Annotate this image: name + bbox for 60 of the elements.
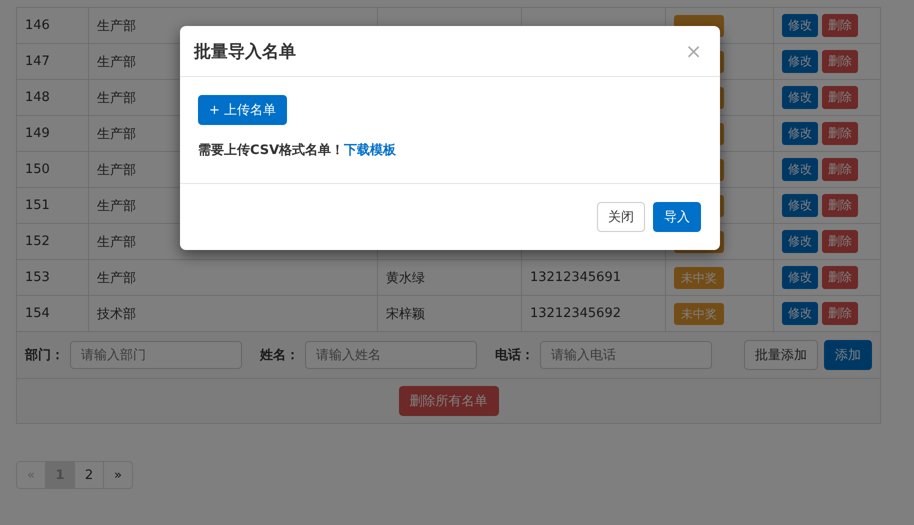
status-badge: 未中奖	[674, 266, 724, 288]
edit-button[interactable]: 修改	[782, 86, 818, 109]
delete-button[interactable]: 删除	[822, 302, 858, 325]
edit-button[interactable]: 修改	[782, 50, 818, 73]
download-template-link[interactable]: 下载模板	[344, 143, 396, 158]
edit-button[interactable]: 修改	[782, 14, 818, 37]
close-dialog-button[interactable]: 关闭	[597, 202, 645, 232]
table-cell: 154	[25, 306, 50, 321]
input-field[interactable]: 请输入姓名	[305, 341, 477, 369]
edit-button[interactable]: 修改	[782, 302, 818, 325]
table-cell: 152	[25, 234, 50, 249]
status-badge: 未中奖	[674, 302, 724, 324]
delete-all-button[interactable]: 删除所有名单	[398, 386, 498, 416]
delete-button[interactable]: 删除	[822, 194, 858, 217]
upload-button[interactable]: + 上传名单	[198, 95, 288, 125]
field-label: 部门：	[25, 346, 64, 364]
edit-button[interactable]: 修改	[782, 194, 818, 217]
table-cell: 148	[25, 90, 50, 105]
add-button[interactable]: 添加	[824, 340, 872, 370]
table-cell-text: 宋梓颖	[386, 306, 425, 322]
page-button[interactable]: »	[103, 461, 133, 489]
dialog-title: 批量导入名单	[194, 40, 296, 62]
table-cell: 153	[25, 270, 50, 285]
edit-button[interactable]: 修改	[782, 266, 818, 289]
delete-button[interactable]: 删除	[822, 230, 858, 253]
delete-button[interactable]: 删除	[822, 86, 858, 109]
batch-add-button[interactable]: 批量添加	[744, 340, 818, 370]
close-button[interactable]: ×	[681, 39, 706, 63]
table-cell: 146	[25, 18, 50, 33]
field-label: 电话：	[495, 347, 534, 364]
input-field[interactable]: 请输入电话	[540, 341, 712, 369]
table-cell-text: 生产部	[97, 54, 136, 70]
table-cell: 151	[25, 198, 50, 213]
edit-button[interactable]: 修改	[782, 122, 818, 145]
edit-button[interactable]: 修改	[782, 230, 818, 253]
table-cell: 147	[25, 54, 50, 69]
table-cell: 149	[25, 126, 50, 141]
table-cell: 13212345692	[530, 306, 621, 321]
hint-text: 需要上传CSV格式名单！下载模板	[198, 142, 396, 159]
delete-button[interactable]: 删除	[822, 50, 858, 73]
table-cell-text: 生产部	[97, 234, 136, 250]
table-cell-text: 生产部	[97, 162, 136, 178]
table-cell-text: 黄水绿	[386, 270, 425, 286]
delete-button[interactable]: 删除	[822, 14, 858, 37]
field-label: 姓名：	[260, 347, 299, 364]
page-button[interactable]: 2	[74, 461, 104, 489]
input-field[interactable]: 请输入部门	[70, 341, 242, 369]
table-cell: 150	[25, 162, 50, 177]
edit-button[interactable]: 修改	[782, 158, 818, 181]
import-button[interactable]: 导入	[653, 202, 701, 232]
table-cell-text: 生产部	[97, 90, 136, 106]
delete-button[interactable]: 删除	[822, 266, 858, 289]
table-cell-text: 生产部	[97, 270, 136, 286]
delete-button[interactable]: 删除	[822, 122, 858, 145]
table-cell-text: 生产部	[97, 18, 136, 34]
table-cell: 13212345691	[530, 270, 621, 285]
delete-button[interactable]: 删除	[822, 158, 858, 181]
table-cell-text: 生产部	[97, 198, 136, 214]
table-cell-text: 生产部	[97, 126, 136, 142]
table-cell-text: 技术部	[97, 306, 136, 322]
